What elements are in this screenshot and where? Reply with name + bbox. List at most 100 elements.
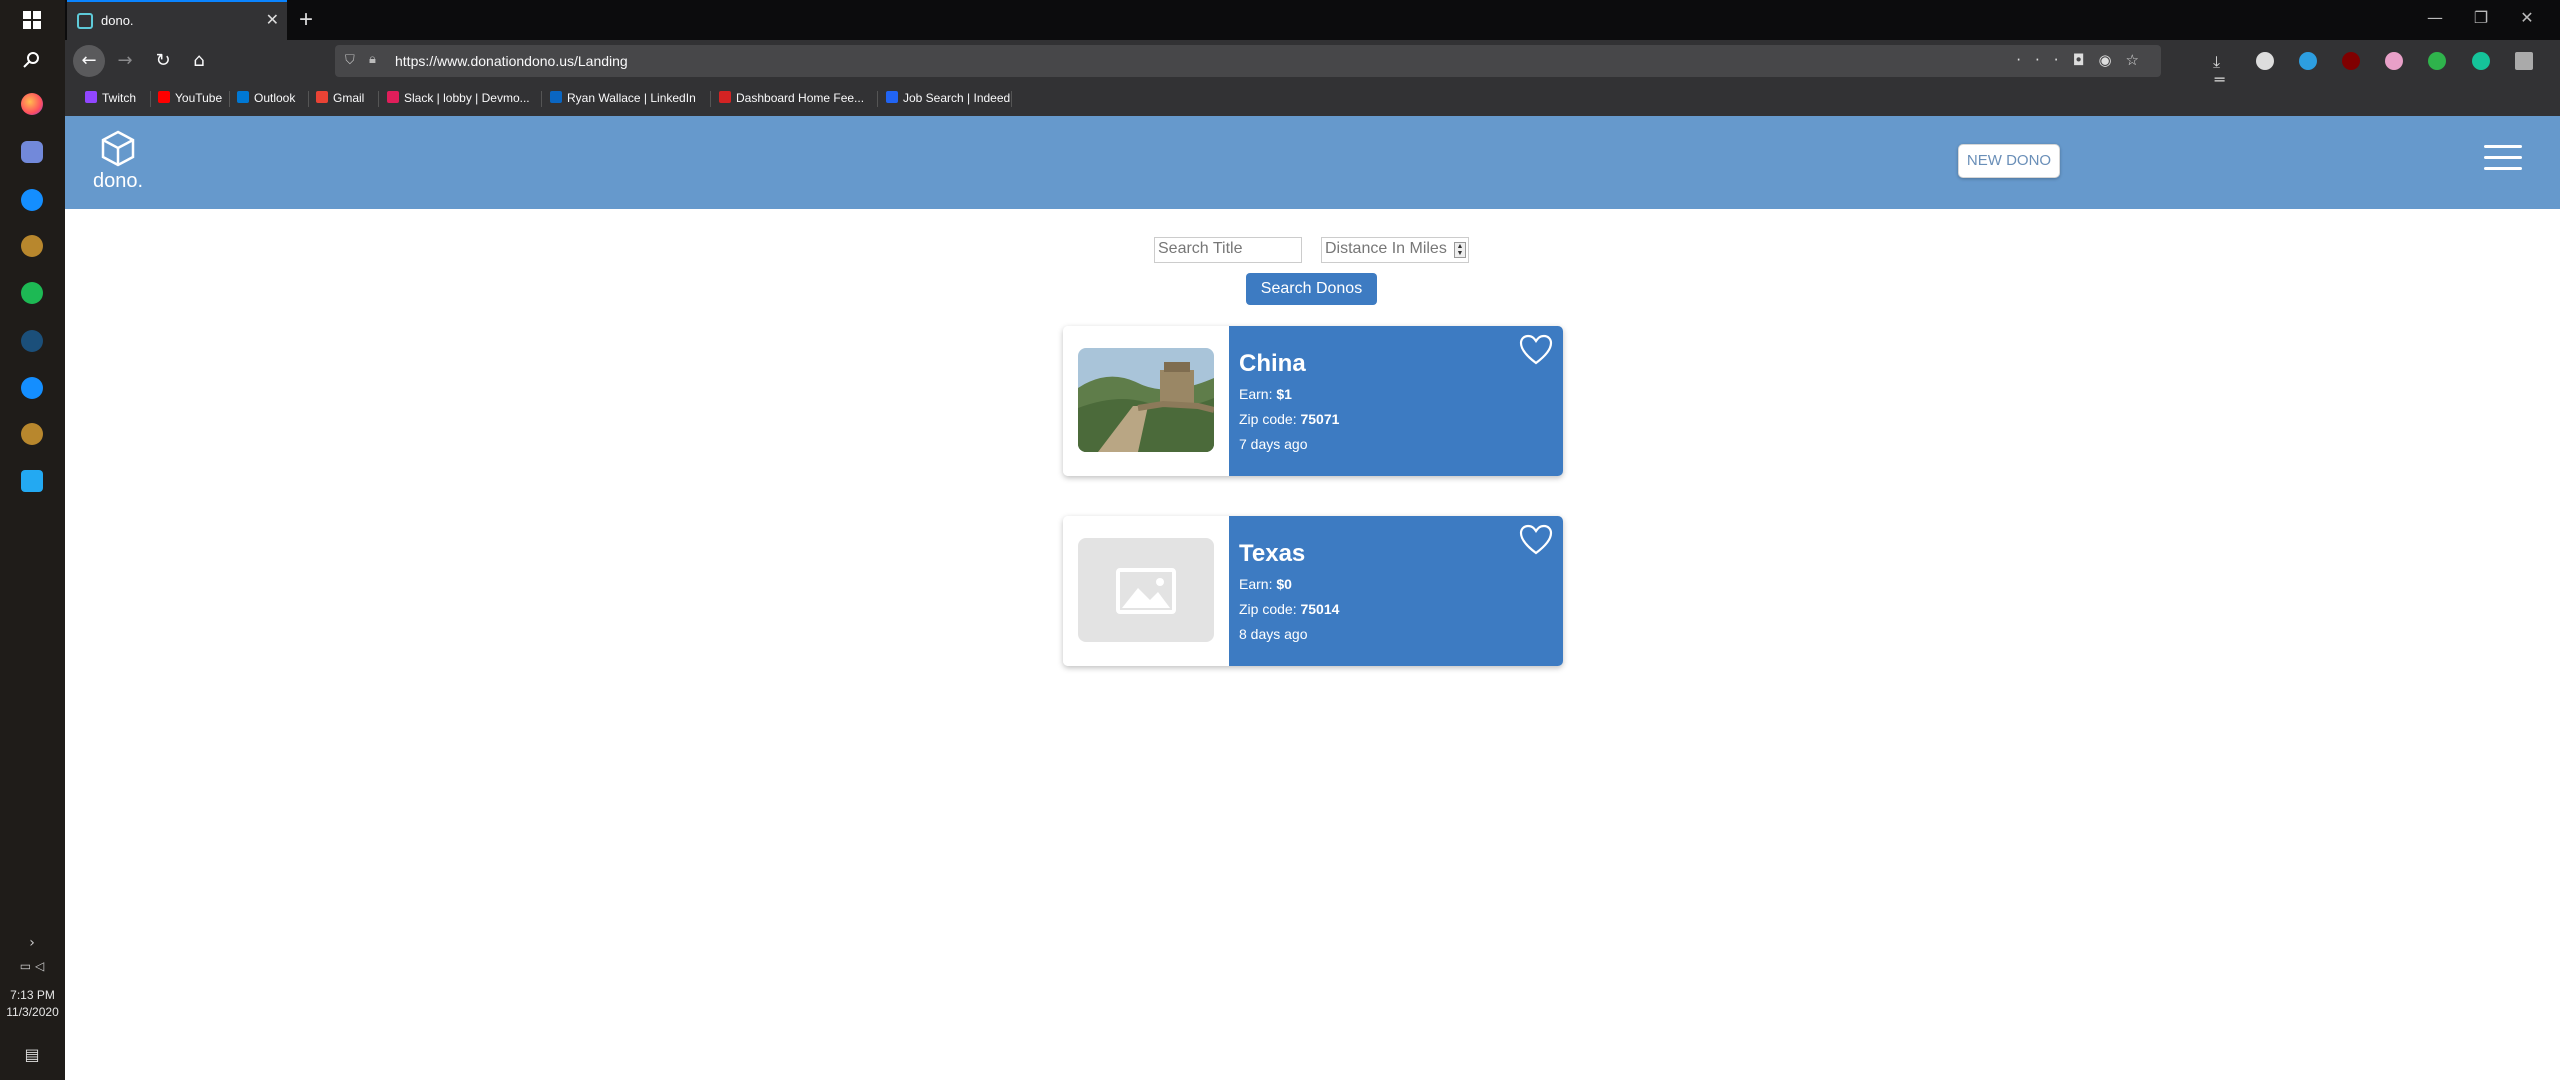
clock-time: 7:13 PM xyxy=(10,988,55,1002)
site-header: dono. NEW DONO xyxy=(65,116,2560,209)
battlenet-icon-2[interactable] xyxy=(18,374,46,402)
great-wall-photo xyxy=(1078,348,1214,452)
bookmark-indeed[interactable]: Job Search | Indeed xyxy=(886,91,1010,105)
lock-icon[interactable]: 🔒︎ xyxy=(369,52,376,67)
dono-favicon-icon xyxy=(77,13,93,29)
gmail-icon xyxy=(316,91,328,103)
zip-value: 75014 xyxy=(1300,601,1340,617)
new-dono-button[interactable]: NEW DONO xyxy=(1958,144,2060,178)
bookmark-separator xyxy=(150,91,151,107)
account-icon[interactable] xyxy=(2256,51,2275,70)
home-icon[interactable]: ⌂ xyxy=(187,49,211,73)
card-image-area xyxy=(1063,326,1229,476)
site-logo[interactable]: dono. xyxy=(79,130,157,193)
download-icon[interactable]: ⤓ xyxy=(2213,52,2231,71)
heart-icon[interactable] xyxy=(1519,334,1553,366)
zip-label: Zip code: xyxy=(1239,601,1297,617)
spotify-icon[interactable] xyxy=(18,279,46,307)
vscode-icon[interactable] xyxy=(18,467,46,495)
bookmark-label: Twitch xyxy=(102,91,137,105)
tab-title: dono. xyxy=(101,13,134,28)
warcraft-icon-2[interactable] xyxy=(18,420,46,448)
zip-value: 75071 xyxy=(1300,411,1340,427)
extension-pink-icon[interactable] xyxy=(2385,51,2404,70)
shield-icon[interactable]: ⛉ xyxy=(345,53,355,68)
card-earn: Earn: $0 xyxy=(1239,576,1292,592)
battlenet-icon[interactable] xyxy=(18,186,46,214)
taskbar-clock[interactable]: 7:13 PM 11/3/2020 xyxy=(0,987,65,1021)
more-icon[interactable]: ··· xyxy=(2016,51,2072,69)
heart-icon[interactable] xyxy=(1519,524,1553,556)
extension-blue-icon[interactable] xyxy=(2299,51,2318,70)
card-zip: Zip code: 75071 xyxy=(1239,411,1339,427)
extension-green-icon[interactable]: ◉ xyxy=(2098,51,2125,69)
logo-text: dono. xyxy=(92,170,144,192)
search-title-input[interactable]: Search Title xyxy=(1154,237,1302,263)
bookmark-label: YouTube xyxy=(175,91,223,105)
ublock-icon[interactable] xyxy=(2342,51,2361,70)
notification-icon[interactable]: ▤ xyxy=(18,1040,46,1068)
minimize-icon[interactable]: — xyxy=(2412,8,2458,27)
warcraft-icon[interactable] xyxy=(18,232,46,260)
bookmark-star-icon[interactable]: ☆ xyxy=(2126,51,2153,69)
bookmark-youtube[interactable]: YouTube xyxy=(158,91,222,105)
new-tab-button[interactable]: + xyxy=(299,6,313,34)
bookmark-twitch[interactable]: Twitch xyxy=(85,91,136,105)
dono-card[interactable]: Texas Earn: $0 Zip code: 75014 8 days ag… xyxy=(1063,516,1563,666)
bookmark-slack[interactable]: Slack | lobby | Devmo... xyxy=(387,91,530,105)
window-close-icon[interactable]: ✕ xyxy=(2504,8,2550,27)
firefox-icon[interactable] xyxy=(18,90,46,118)
card-earn: Earn: $1 xyxy=(1239,386,1292,402)
forward-arrow-icon[interactable]: → xyxy=(113,49,137,73)
earn-value: $1 xyxy=(1276,386,1292,402)
restore-icon[interactable]: ❐ xyxy=(2458,8,2504,27)
earn-value: $0 xyxy=(1276,576,1292,592)
linkedin-icon xyxy=(550,91,562,103)
tab-dono[interactable]: dono. ✕ xyxy=(67,0,287,40)
bookmark-yelp[interactable]: Dashboard Home Fee... xyxy=(719,91,864,105)
bookmark-separator xyxy=(1011,91,1012,107)
placeholder-image xyxy=(1078,538,1214,642)
bookmark-label: Gmail xyxy=(333,91,365,105)
bookmark-linkedin[interactable]: Ryan Wallace | LinkedIn xyxy=(550,91,696,105)
search-donos-button[interactable]: Search Donos xyxy=(1246,273,1377,305)
reader-icon[interactable] xyxy=(2514,51,2533,70)
pocket-icon[interactable]: ◘ xyxy=(2073,51,2099,69)
card-body: China Earn: $1 Zip code: 75071 7 days ag… xyxy=(1229,326,1563,476)
network-volume-icon[interactable]: ▭ ◁ xyxy=(18,952,46,980)
bookmark-label: Dashboard Home Fee... xyxy=(736,91,865,105)
earn-label: Earn: xyxy=(1239,386,1273,402)
cube-logo-icon xyxy=(101,130,135,167)
windows-taskbar: › ▭ ◁ 7:13 PM 11/3/2020 ▤ xyxy=(0,0,65,1080)
earn-label: Earn: xyxy=(1239,576,1273,592)
grammarly-icon[interactable] xyxy=(2471,51,2490,70)
card-title: China xyxy=(1239,350,1306,377)
window-controls: — ❐ ✕ xyxy=(2412,8,2550,27)
discord-icon[interactable] xyxy=(18,138,46,166)
windows-start-icon[interactable] xyxy=(18,6,46,34)
url-text[interactable]: https://www.donationdono.us/Landing xyxy=(395,53,628,69)
indeed-icon xyxy=(886,91,898,103)
close-icon[interactable]: ✕ xyxy=(266,10,279,29)
youtube-icon xyxy=(158,91,170,103)
card-image-area xyxy=(1063,516,1229,666)
dono-card[interactable]: China Earn: $1 Zip code: 75071 7 days ag… xyxy=(1063,326,1563,476)
url-bar[interactable]: ⛉ 🔒︎ https://www.donationdono.us/Landing… xyxy=(335,45,2161,77)
hamburger-menu-icon[interactable] xyxy=(2484,145,2522,173)
back-arrow-icon[interactable]: ← xyxy=(73,45,105,77)
bookmark-separator xyxy=(378,91,379,107)
bookmark-label: Ryan Wallace | LinkedIn xyxy=(567,91,696,105)
distance-input[interactable]: Distance In Miles ▲ ▼ xyxy=(1321,237,1469,263)
reload-icon[interactable]: ↻ xyxy=(151,49,175,73)
bookmark-outlook[interactable]: Outlook xyxy=(237,91,295,105)
number-spinner-icon[interactable]: ▲ ▼ xyxy=(1454,242,1466,258)
bookmarks-bar: Twitch YouTube Outlook Gmail Slack | lob… xyxy=(65,82,2560,117)
bookmark-gmail[interactable]: Gmail xyxy=(316,91,364,105)
search-icon[interactable] xyxy=(18,46,46,74)
card-age: 7 days ago xyxy=(1239,436,1308,452)
card-age: 8 days ago xyxy=(1239,626,1308,642)
bookmark-separator xyxy=(541,91,542,107)
steam-icon[interactable] xyxy=(18,327,46,355)
tab-strip: dono. ✕ + — ❐ ✕ xyxy=(65,0,2560,40)
extension-green2-icon[interactable] xyxy=(2428,51,2447,70)
